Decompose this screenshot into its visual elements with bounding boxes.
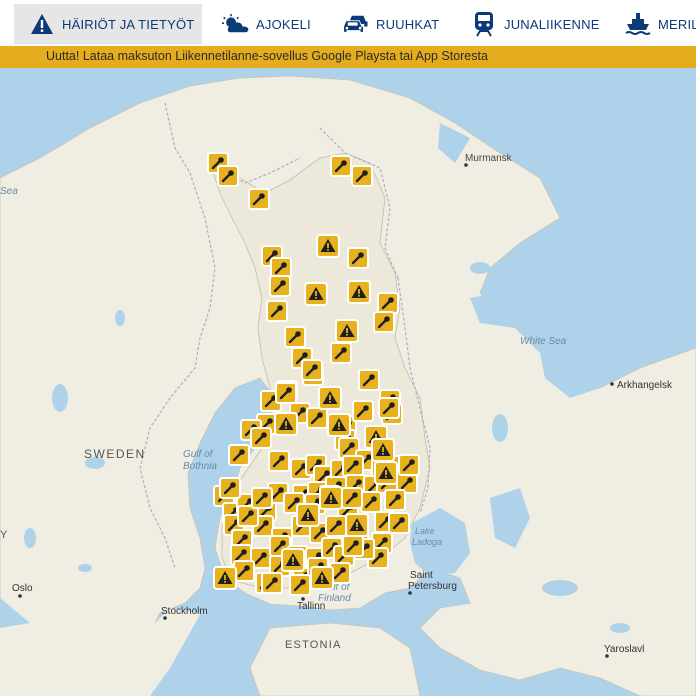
label-gulf-bothnia-1: Gulf of [183, 449, 214, 460]
warning-marker-icon[interactable] [304, 282, 328, 306]
label-white-sea: White Sea [520, 336, 567, 347]
warning-marker-icon[interactable] [371, 438, 395, 462]
tab-disruptions-roadworks[interactable]: HÄIRIÖT JA TIETYÖT [14, 4, 202, 44]
train-icon [470, 11, 498, 37]
roadwork-marker-icon[interactable] [283, 325, 307, 349]
app-root: HÄIRIÖT JA TIETYÖT AJOKELI RUUHKAT JUNAL… [0, 0, 696, 696]
roadwork-marker-icon[interactable] [267, 449, 291, 473]
roadwork-marker-icon[interactable] [260, 571, 284, 595]
roadwork-marker-icon[interactable] [340, 486, 364, 510]
warning-marker-icon[interactable] [319, 486, 343, 510]
warning-marker-icon[interactable] [310, 566, 334, 590]
roadwork-marker-icon[interactable] [376, 291, 400, 315]
roadwork-marker-icon[interactable] [359, 490, 383, 514]
roadwork-marker-icon[interactable] [383, 488, 407, 512]
app-download-banner[interactable]: Uutta! Lataa maksuton Liikennetilanne-so… [0, 46, 696, 68]
warning-triangle-icon [28, 11, 56, 37]
label-gulf-finland-2: Finland [318, 593, 351, 604]
label-gulf-bothnia-2: Bothnia [183, 461, 217, 472]
roadwork-marker-icon[interactable] [249, 426, 273, 450]
roadwork-marker-icon[interactable] [274, 381, 298, 405]
label-yaroslavl: Yaroslavl [604, 644, 644, 655]
roadwork-marker-icon[interactable] [341, 454, 365, 478]
label-lake-ladoga-1: Lake [415, 526, 435, 536]
roadwork-marker-icon[interactable] [387, 511, 411, 535]
label-saint-1: Saint [410, 570, 433, 581]
warning-marker-icon[interactable] [274, 412, 298, 436]
label-y-left: Y [0, 529, 8, 541]
traffic-cars-icon [342, 11, 370, 37]
tab-maritime-traffic[interactable]: MERIL [624, 4, 696, 44]
roadwork-marker-icon[interactable] [329, 341, 353, 365]
roadwork-marker-icon[interactable] [218, 476, 242, 500]
tab-rail-traffic[interactable]: JUNALIIKENNE [470, 4, 600, 44]
roadwork-marker-icon[interactable] [350, 164, 374, 188]
label-murmansk: Murmansk [465, 153, 513, 164]
roadwork-marker-icon[interactable] [324, 514, 348, 538]
tab-label: HÄIRIÖT JA TIETYÖT [62, 16, 195, 32]
roadwork-marker-icon[interactable] [357, 368, 381, 392]
roadwork-marker-icon[interactable] [346, 246, 370, 270]
warning-marker-icon[interactable] [345, 513, 369, 537]
roadwork-marker-icon[interactable] [397, 453, 421, 477]
tab-label: MERIL [658, 16, 696, 32]
roadwork-marker-icon[interactable] [227, 443, 251, 467]
warning-marker-icon[interactable] [327, 413, 351, 437]
tab-road-weather[interactable]: AJOKELI [222, 4, 311, 44]
tab-label: RUUHKAT [376, 16, 440, 32]
warning-marker-icon[interactable] [318, 386, 342, 410]
roadwork-marker-icon[interactable] [216, 164, 240, 188]
label-lake-ladoga-2: Ladoga [412, 537, 442, 547]
roadwork-marker-icon[interactable] [250, 486, 274, 510]
warning-marker-icon[interactable] [281, 548, 305, 572]
roadwork-marker-icon[interactable] [268, 274, 292, 298]
warning-marker-icon[interactable] [296, 503, 320, 527]
label-arkhangelsk: Arkhangelsk [617, 380, 673, 391]
warning-marker-icon[interactable] [335, 319, 359, 343]
weather-sun-cloud-icon [222, 11, 250, 37]
label-sweden: SWEDEN [84, 447, 146, 461]
banner-text: Uutta! Lataa maksuton Liikennetilanne-so… [46, 49, 488, 63]
roadwork-marker-icon[interactable] [329, 154, 353, 178]
roadwork-marker-icon[interactable] [265, 299, 289, 323]
roadwork-marker-icon[interactable] [288, 573, 312, 597]
top-navigation: HÄIRIÖT JA TIETYÖT AJOKELI RUUHKAT JUNAL… [0, 0, 696, 47]
warning-marker-icon[interactable] [213, 566, 237, 590]
tab-traffic-jams[interactable]: RUUHKAT [342, 4, 439, 44]
tab-label: AJOKELI [256, 16, 311, 32]
label-stockholm: Stockholm [161, 606, 208, 617]
roadwork-marker-icon[interactable] [341, 534, 365, 558]
warning-marker-icon[interactable] [347, 280, 371, 304]
tab-label: JUNALIIKENNE [504, 16, 600, 32]
roadwork-marker-icon[interactable] [247, 187, 271, 211]
label-sea-left: Sea [0, 186, 18, 197]
roadwork-marker-icon[interactable] [377, 396, 401, 420]
label-saint-2: Petersburg [408, 581, 457, 592]
ship-icon [624, 11, 652, 37]
roadwork-marker-icon[interactable] [351, 399, 375, 423]
roadwork-marker-icon[interactable] [372, 310, 396, 334]
warning-marker-icon[interactable] [316, 234, 340, 258]
warning-marker-icon[interactable] [374, 461, 398, 485]
traffic-map[interactable]: Murmansk White Sea Arkhangelsk SWEDEN Gu… [0, 68, 696, 696]
roadwork-marker-icon[interactable] [300, 358, 324, 382]
roadwork-marker-icon[interactable] [305, 406, 329, 430]
label-oslo: Oslo [12, 583, 33, 594]
label-estonia: ESTONIA [285, 639, 342, 651]
